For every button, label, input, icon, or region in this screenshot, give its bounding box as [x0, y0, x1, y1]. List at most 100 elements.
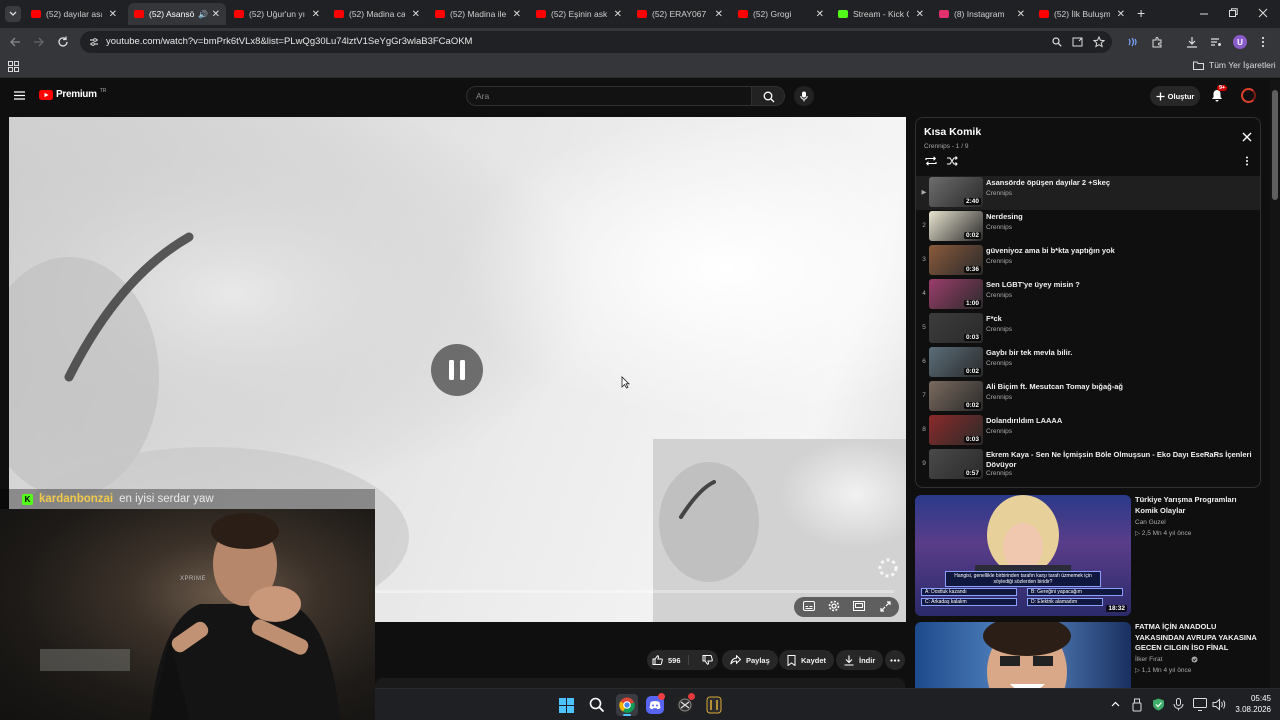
playlist-item[interactable]: 2 0:02 Nerdesing Crennips — [916, 210, 1260, 244]
tab-search-button[interactable] — [5, 6, 21, 22]
search-icon[interactable] — [589, 697, 605, 713]
playlist-thumbnail[interactable]: 0:02 — [929, 211, 983, 241]
tab-close-icon[interactable]: ✕ — [614, 9, 622, 20]
video-title[interactable]: FATMA İÇİN ANADOLU YAKASINDAN AVRUPA YAK… — [1135, 622, 1261, 654]
browser-tab[interactable]: (52) Madina ca ✕ — [328, 3, 426, 25]
browser-tab[interactable]: (52) dayılar asa ✕ — [25, 3, 123, 25]
recommended-video-2[interactable]: FATMA İÇİN ANADOLU YAKASINDAN AVRUPA YAK… — [915, 622, 1261, 688]
media-controls-icon[interactable] — [1210, 36, 1222, 48]
browser-tab[interactable]: (52) ERAY067 & ✕ — [631, 3, 729, 25]
save-button[interactable]: Kaydet — [779, 650, 835, 670]
playlist-thumbnail[interactable]: 0:02 — [929, 347, 983, 377]
video-thumbnail[interactable]: Hangisi, genellikle birbirinden tarafın … — [915, 495, 1131, 616]
tab-close-icon[interactable]: ✕ — [212, 9, 220, 20]
back-button[interactable] — [9, 36, 21, 48]
restore-button[interactable] — [1228, 8, 1238, 18]
usb-device-icon[interactable] — [1132, 698, 1142, 712]
tab-close-icon[interactable]: ✕ — [916, 9, 924, 20]
share-button[interactable]: Paylaş — [722, 650, 778, 670]
download-icon[interactable] — [1186, 36, 1198, 48]
browser-tab[interactable]: (52) Asansö 🔊 ✕ — [128, 3, 226, 25]
minimize-button[interactable] — [1199, 6, 1209, 20]
playlist-item[interactable]: 3 0:36 güveniyoz ama bi b*kta yaptığın yok… — [916, 244, 1260, 278]
subtitles-icon[interactable] — [803, 601, 815, 611]
create-button[interactable]: Oluştur — [1150, 86, 1200, 106]
browser-tab[interactable]: (52) Eşinin ask ✕ — [530, 3, 628, 25]
apps-grid-icon[interactable] — [8, 61, 19, 72]
download-button[interactable]: İndir — [836, 650, 884, 670]
playlist-menu-icon[interactable] — [1245, 156, 1249, 166]
playlist-thumbnail[interactable]: 0:02 — [929, 381, 983, 411]
playlist-item[interactable]: 8 0:03 Dolandırıldım LAAAA Crennips — [916, 414, 1260, 448]
video-title[interactable]: Türkiye Yarışma Programları Komik Olayla… — [1135, 495, 1261, 516]
clock-time[interactable]: 05:45 — [1235, 694, 1271, 703]
app-taskbar-button[interactable] — [676, 693, 695, 714]
site-info-icon[interactable] — [89, 37, 99, 47]
tab-close-icon[interactable]: ✕ — [816, 9, 824, 20]
tab-close-icon[interactable]: ✕ — [412, 9, 420, 20]
close-icon[interactable] — [1242, 132, 1252, 142]
tab-close-icon[interactable]: ✕ — [1017, 9, 1025, 20]
fullscreen-icon[interactable] — [880, 601, 891, 612]
account-avatar[interactable] — [1241, 88, 1256, 103]
channel-name[interactable]: İlker Fırat — [1135, 656, 1162, 663]
new-tab-button[interactable]: + — [1137, 6, 1145, 20]
profile-avatar[interactable]: U — [1233, 35, 1247, 49]
extension-wave-icon[interactable] — [1127, 36, 1139, 48]
reload-button[interactable] — [57, 36, 69, 48]
loop-icon[interactable] — [925, 156, 937, 166]
shield-tray-icon[interactable] — [1152, 698, 1165, 711]
like-button[interactable]: 596 — [647, 655, 689, 665]
search-button[interactable] — [752, 86, 785, 106]
playlist-item[interactable]: 9 0:57 Ekrem Kaya - Sen Ne İçmişsin Böle O… — [916, 448, 1260, 482]
playlist-thumbnail[interactable]: 0:03 — [929, 313, 983, 343]
browser-menu-icon[interactable] — [1261, 36, 1265, 48]
discord-taskbar-button[interactable] — [646, 693, 665, 714]
browser-tab[interactable]: (52) Uğur'un yı ✕ — [228, 3, 326, 25]
extensions-puzzle-icon[interactable] — [1151, 36, 1163, 48]
playlist-item[interactable]: ▶ 2:40 Asansörde öpüşen dayılar 2 +Skeç Cre… — [916, 176, 1260, 210]
playlist-title[interactable]: Kısa Komik — [924, 126, 981, 138]
playlist-thumbnail[interactable]: 1:00 — [929, 279, 983, 309]
install-app-icon[interactable] — [1072, 36, 1084, 48]
all-bookmarks-button[interactable]: Tüm Yer İşaretleri — [1193, 60, 1276, 70]
tab-close-icon[interactable]: ✕ — [312, 9, 320, 20]
playlist-item[interactable]: 5 0:03 F*ck Crennips — [916, 312, 1260, 346]
more-actions-button[interactable] — [885, 650, 905, 670]
playlist-thumbnail[interactable]: 0:03 — [929, 415, 983, 445]
playlist-thumbnail[interactable]: 0:57 — [929, 449, 983, 479]
tab-close-icon[interactable]: ✕ — [1117, 9, 1125, 20]
browser-tab[interactable]: (52) Madina ile ✕ — [429, 3, 527, 25]
app2-taskbar-button[interactable] — [705, 695, 723, 715]
settings-gear-icon[interactable] — [828, 600, 840, 612]
clock-date[interactable]: 3.08.2026 — [1223, 705, 1271, 714]
tab-audio-icon[interactable]: 🔊 — [198, 10, 208, 19]
browser-tab[interactable]: (52) İlk Buluşm ✕ — [1033, 3, 1131, 25]
playlist-thumbnail[interactable]: 0:36 — [929, 245, 983, 275]
chevron-up-icon[interactable] — [1111, 701, 1120, 707]
close-window-button[interactable] — [1258, 8, 1268, 18]
network-monitor-icon[interactable] — [1193, 698, 1207, 711]
playlist-item[interactable]: 4 1:00 Sen LGBT'ye üyey misin ? Crennips — [916, 278, 1260, 312]
tab-close-icon[interactable]: ✕ — [109, 9, 117, 20]
bookmark-star-icon[interactable] — [1093, 36, 1105, 48]
microphone-tray-icon[interactable] — [1172, 698, 1185, 711]
channel-name[interactable]: Can Guzel — [1135, 519, 1166, 526]
playlist-item[interactable]: 6 0:02 Gaybı bir tek mevla bilir. Crennips — [916, 346, 1260, 380]
tab-close-icon[interactable]: ✕ — [513, 9, 521, 20]
page-scrollbar[interactable] — [1270, 80, 1280, 688]
video-thumbnail[interactable] — [915, 622, 1131, 688]
youtube-logo[interactable]: Premium TR — [39, 88, 106, 100]
forward-button[interactable] — [33, 36, 45, 48]
browser-tab[interactable]: (8) Instagram ✕ — [933, 3, 1031, 25]
dislike-button[interactable] — [694, 655, 713, 665]
search-box[interactable]: Ara — [466, 86, 752, 106]
browser-tab[interactable]: (52) Grogi ✕ — [732, 3, 830, 25]
chrome-taskbar-button[interactable] — [616, 694, 638, 716]
playlist-item[interactable]: 7 0:02 Ali Biçim ft. Mesutcan Tomay bığağ-… — [916, 380, 1260, 414]
pause-button[interactable] — [431, 344, 483, 396]
tab-close-icon[interactable]: ✕ — [715, 9, 723, 20]
voice-search-button[interactable] — [794, 86, 814, 106]
hamburger-menu-icon[interactable] — [14, 91, 25, 100]
zoom-icon[interactable] — [1052, 37, 1062, 47]
